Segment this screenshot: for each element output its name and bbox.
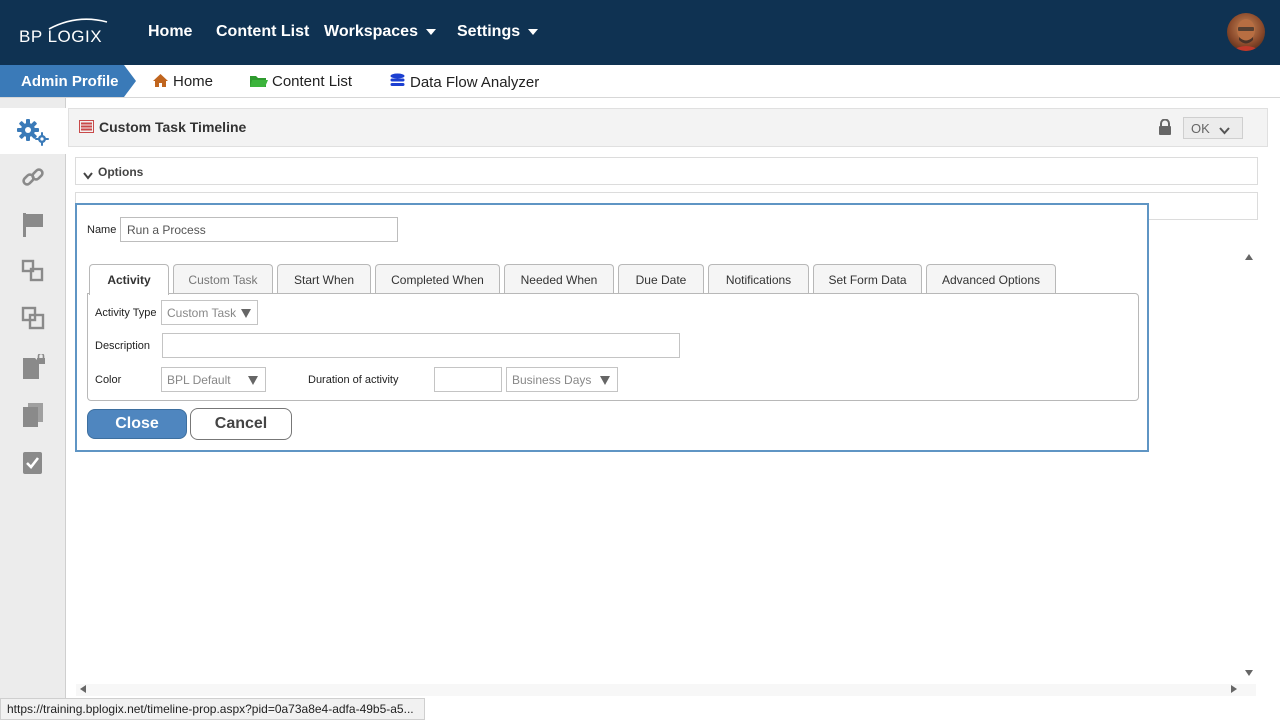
duration-unit-select[interactable]: Business Days [506,367,618,392]
flag-icon[interactable] [21,212,45,237]
crumb-data-flow-analyzer[interactable]: Data Flow Analyzer [389,73,539,93]
chevron-down-icon [83,167,93,185]
activity-type-select[interactable]: Custom Task [161,300,258,325]
tab-set-form-data[interactable]: Set Form Data [813,264,922,294]
tab-notifications[interactable]: Notifications [708,264,809,294]
tab-start-when[interactable]: Start When [277,264,371,294]
breadcrumb-bar: Admin Profile Home Content List Data Flo… [0,65,1280,98]
admin-profile-crumb[interactable]: Admin Profile [0,65,124,97]
chevron-down-icon [1219,123,1230,138]
activity-type-label: Activity Type [95,307,157,319]
description-input[interactable] [162,333,680,358]
crumb-arrow [124,65,136,97]
top-navigation-bar: BP LOGIX Home Content List Workspaces Se… [0,0,1280,65]
panel-header: Custom Task Timeline OK [68,108,1268,147]
panel-title: Custom Task Timeline [99,119,247,135]
tab-completed-when[interactable]: Completed When [375,264,500,294]
tab-due-date[interactable]: Due Date [618,264,704,294]
timeline-icon [79,120,94,138]
duration-input[interactable] [434,367,502,392]
name-label: Name [87,224,117,236]
tab-needed-when[interactable]: Needed When [504,264,614,294]
options-section-header[interactable]: Options [75,157,1258,185]
options-label: Options [98,165,144,179]
caret-down-icon [425,28,436,35]
crumb-home[interactable]: Home [152,73,213,92]
copy-icon[interactable] [21,306,45,330]
timeline-activity-dialog: Name Activity Custom Task Start When Com… [75,203,1149,452]
link-icon[interactable] [21,165,45,189]
color-label: Color [95,374,122,386]
documents-icon[interactable] [21,402,45,427]
logo-text: BP LOGIX [19,27,103,46]
activity-tab-panel: Activity Type Custom Task Description Co… [87,293,1139,401]
close-button[interactable]: Close [87,409,187,439]
tab-advanced-options[interactable]: Advanced Options [926,264,1056,294]
scroll-left-arrow[interactable] [80,685,86,693]
color-select[interactable]: BPL Default [161,367,266,392]
cancel-button[interactable]: Cancel [190,408,292,440]
avatar-face-icon [1231,19,1261,51]
left-sidebar [0,98,66,720]
scroll-down-arrow[interactable] [1245,670,1253,676]
ok-dropdown-button[interactable]: OK [1183,117,1243,139]
browser-status-url: https://training.bplogix.net/timeline-pr… [0,698,425,720]
checklist-icon[interactable] [21,450,45,474]
user-avatar[interactable] [1227,13,1265,51]
folder-icon [249,73,268,92]
nav-workspaces[interactable]: Workspaces [324,23,436,41]
gears-icon[interactable] [16,118,50,146]
horizontal-scrollbar[interactable] [76,684,1256,696]
tab-activity[interactable]: Activity [89,264,169,295]
scroll-right-arrow[interactable] [1231,685,1237,693]
scroll-up-arrow[interactable] [1245,254,1253,260]
lock-icon[interactable] [1158,118,1172,141]
dropdown-arrow-icon [241,309,251,318]
crumb-content-list[interactable]: Content List [249,73,352,92]
tab-custom-task[interactable]: Custom Task [173,264,273,294]
caret-down-icon [528,28,539,35]
locked-document-icon[interactable] [21,352,45,379]
bp-logix-logo[interactable]: BP LOGIX [19,18,109,48]
home-icon [152,73,169,92]
dropdown-arrow-icon [600,376,610,385]
dropdown-arrow-icon [248,376,258,385]
nav-content-list[interactable]: Content List [216,23,309,41]
nav-settings[interactable]: Settings [457,23,539,41]
duration-label: Duration of activity [308,374,399,386]
nav-home[interactable]: Home [148,23,192,41]
workflow-icon[interactable] [21,259,45,283]
description-label: Description [95,340,151,352]
database-icon [389,73,406,93]
name-input[interactable] [120,217,398,242]
